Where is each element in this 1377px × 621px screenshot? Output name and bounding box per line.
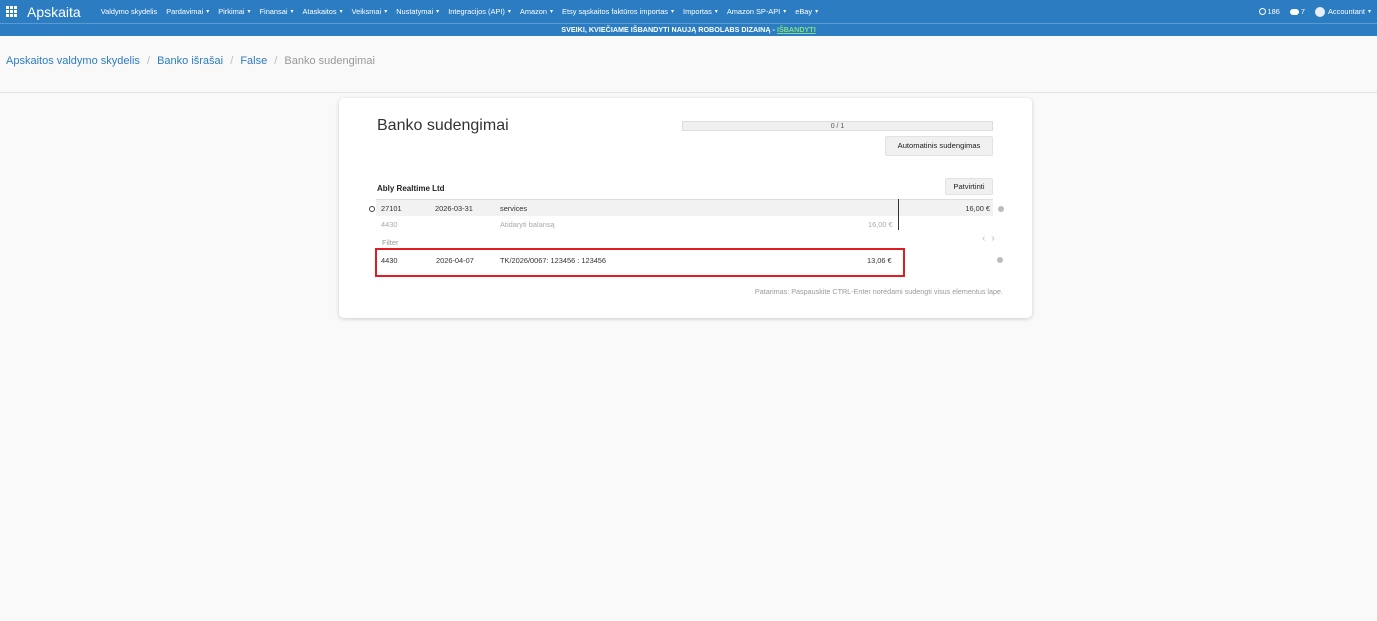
messages-count: 7 (1300, 7, 1305, 16)
line-selector-radio[interactable] (369, 206, 375, 212)
breadcrumb-current: Banko sudengimai (284, 55, 375, 67)
chat-icon (1289, 8, 1299, 15)
info-icon[interactable] (997, 257, 1003, 263)
statement-description: services (500, 204, 528, 213)
open-balance-link[interactable]: Atidaryti balansą (500, 220, 555, 229)
breadcrumb-bank-statements[interactable]: Banko išrašai (157, 55, 223, 67)
nav-menu-item[interactable]: Veiksmai ▾ (352, 7, 388, 16)
chevron-down-icon: ▾ (290, 9, 294, 15)
nav-menu-label: Nustatymai (396, 7, 434, 16)
nav-menu-item[interactable]: Etsy sąskaitos faktūros importas ▾ (562, 7, 674, 16)
hint-text: Patarimas: Paspauskite CTRL-Enter norėda… (754, 287, 1003, 296)
filter-input[interactable]: Filter (382, 238, 398, 247)
chevron-down-icon: ▾ (714, 9, 718, 15)
nav-menu-item[interactable]: Valdymo skydelis (101, 7, 158, 16)
breadcrumb-separator: / (274, 55, 278, 67)
chevron-down-icon: ▾ (206, 9, 210, 15)
nav-menu-item[interactable]: Integracijos (API) ▾ (448, 7, 511, 16)
statement-account: 27101 (381, 204, 402, 213)
chevron-down-icon: ▾ (436, 9, 440, 15)
nav-menu-label: Integracijos (API) (448, 7, 505, 16)
confirm-button[interactable]: Patvirtinti (945, 178, 993, 195)
reconciliation-card: Banko sudengimai 0 / 1 Automatinis suden… (339, 98, 1032, 318)
nav-menu-item[interactable]: Pardavimai ▾ (166, 7, 209, 16)
info-icon[interactable] (998, 206, 1004, 212)
column-divider (898, 199, 899, 230)
nav-menu-item[interactable]: Importas ▾ (683, 7, 718, 16)
chevron-down-icon: ▾ (671, 9, 675, 15)
breadcrumb: Apskaitos valdymo skydelis / Banko išraš… (6, 55, 375, 67)
nav-menu-item[interactable]: eBay ▾ (795, 7, 818, 16)
nav-menu-item[interactable]: Ataskaitos ▾ (302, 7, 342, 16)
top-navbar: Apskaita Valdymo skydelis Pardavimai ▾ Pirk… (0, 0, 1377, 23)
chevron-down-icon: ▾ (339, 9, 343, 15)
activity-count: 186 (1267, 7, 1280, 16)
open-balance-amount: 16,00 € (868, 220, 893, 229)
nav-menu-label: Valdymo skydelis (100, 7, 158, 16)
chevron-right-icon[interactable]: › (991, 233, 1000, 244)
nav-menu-label: Pardavimai (166, 7, 204, 16)
nav-menu-label: Importas (683, 7, 712, 16)
nav-menu-item[interactable]: Finansai ▾ (260, 7, 294, 16)
partner-name[interactable]: Ably Realtime Ltd (377, 184, 445, 193)
messages-button[interactable]: 7 (1289, 7, 1305, 16)
chevron-down-icon: ▾ (815, 9, 819, 15)
nav-menu-label: Ataskaitos (302, 7, 337, 16)
user-menu[interactable]: Accountant ▾ (1315, 6, 1371, 17)
banner-try-link[interactable]: IŠBANDYTI (777, 25, 816, 34)
chevron-down-icon: ▾ (1367, 9, 1371, 15)
nav-menu-label: Amazon SP-API (726, 7, 781, 16)
breadcrumb-bar: Apskaitos valdymo skydelis / Banko išraš… (0, 37, 1377, 93)
progress-bar: 0 / 1 (682, 121, 993, 131)
breadcrumb-dashboard[interactable]: Apskaitos valdymo skydelis (6, 55, 140, 67)
chevron-left-icon[interactable]: ‹ (982, 233, 991, 244)
chevron-down-icon: ▾ (550, 9, 554, 15)
page-title: Banko sudengimai (377, 117, 509, 134)
nav-menu-label: Etsy sąskaitos faktūros importas (562, 7, 669, 16)
design-banner: SVEIKI, KVIEČIAME IŠBANDYTI NAUJĄ ROBOLA… (0, 23, 1377, 36)
nav-menu-item[interactable]: Amazon SP-API ▾ (727, 7, 786, 16)
avatar (1315, 6, 1325, 17)
highlight-box (375, 248, 905, 277)
activity-icon (1258, 8, 1266, 15)
nav-menu-label: Amazon (519, 7, 548, 16)
nav-menu-label: Pirkimai (218, 7, 245, 16)
nav-menu-item[interactable]: Amazon ▾ (520, 7, 553, 16)
nav-menu-item[interactable]: Pirkimai ▾ (218, 7, 250, 16)
banner-text: SVEIKI, KVIEČIAME IŠBANDYTI NAUJĄ ROBOLA… (561, 25, 775, 34)
progress-text: 0 / 1 (830, 123, 845, 130)
nav-menu-label: eBay (795, 7, 813, 16)
activity-button[interactable]: 186 (1258, 7, 1280, 16)
chevron-down-icon: ▾ (384, 9, 388, 15)
app-brand[interactable]: Apskaita (27, 4, 81, 20)
nav-menu-label: Veiksmai (351, 7, 382, 16)
chevron-down-icon: ▾ (783, 9, 787, 15)
nav-menu-item[interactable]: Nustatymai ▾ (396, 7, 439, 16)
breadcrumb-separator: / (146, 55, 151, 67)
auto-reconcile-button[interactable]: Automatinis sudengimas (885, 136, 993, 156)
user-label: Accountant (1328, 7, 1365, 16)
open-balance-account: 4430 (381, 220, 398, 229)
breadcrumb-separator: / (230, 55, 234, 67)
pager-arrows: ‹› (982, 233, 1001, 244)
nav-menu-label: Finansai (259, 7, 288, 16)
right-nav: 186 7 Accountant ▾ (1249, 0, 1371, 23)
apps-grid-icon[interactable] (6, 6, 17, 17)
breadcrumb-statement[interactable]: False (240, 55, 267, 67)
statement-line-row[interactable]: 27101 2026-03-31 services 16,00 € (376, 199, 993, 216)
statement-amount: 16,00 € (965, 204, 990, 213)
chevron-down-icon: ▾ (507, 9, 511, 15)
chevron-down-icon: ▾ (247, 9, 251, 15)
main-menu: Valdymo skydelis Pardavimai ▾ Pirkimai ▾ Fina… (101, 7, 827, 16)
statement-date: 2026-03-31 (435, 204, 473, 213)
